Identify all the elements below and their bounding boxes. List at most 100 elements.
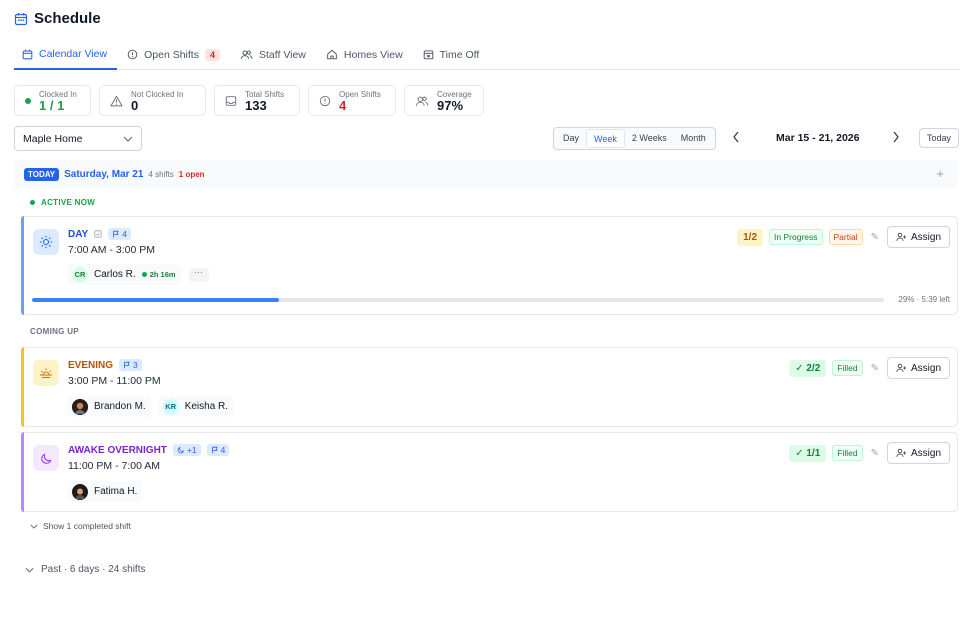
- tab-label: Homes View: [343, 48, 403, 61]
- user-plus-icon: [896, 448, 907, 457]
- page-header: Schedule: [14, 10, 101, 27]
- progress-text: 29% · 5:39 left: [898, 295, 950, 304]
- shift-tools: 1/2 In Progress Partial ✎ Assign: [737, 226, 950, 248]
- view-2weeks-button[interactable]: 2 Weeks: [625, 129, 674, 148]
- edit-icon[interactable]: ✎: [871, 448, 879, 459]
- assign-button[interactable]: Assign: [886, 357, 950, 379]
- avatar: [72, 483, 88, 500]
- user-plus-icon: [896, 363, 907, 372]
- shift-color-bar: [21, 216, 24, 315]
- shift-card-evening[interactable]: EVENING 3 3:00 PM - 11:00 PM Brandon M. …: [21, 347, 958, 427]
- tab-staff-view[interactable]: Staff View: [230, 40, 316, 69]
- chevron-down-icon: [30, 524, 38, 529]
- inbox-icon: [225, 95, 237, 106]
- tab-time-off[interactable]: Time Off: [413, 40, 490, 69]
- progress-fill: [32, 298, 280, 302]
- staff-name: Brandon M.: [94, 401, 146, 412]
- tab-open-shifts[interactable]: Open Shifts 4: [117, 40, 230, 69]
- flag-count: 4: [122, 229, 127, 239]
- avatar: KR: [162, 398, 179, 415]
- staff-chip[interactable]: CR Carlos R. 2h 16m: [68, 264, 181, 285]
- assign-button[interactable]: Assign: [886, 442, 950, 464]
- calendar-icon: [22, 49, 33, 59]
- staff-chip[interactable]: Fatima H.: [68, 481, 143, 502]
- stat-open-shifts: Open Shifts 4: [308, 85, 396, 116]
- chevron-down-icon: [123, 136, 133, 142]
- shift-name: DAY 4: [68, 228, 131, 240]
- past-days-toggle[interactable]: Past · 6 days · 24 shifts: [25, 564, 146, 575]
- staff-chip[interactable]: KR Keisha R.: [158, 396, 234, 417]
- show-completed-toggle[interactable]: Show 1 completed shift: [30, 521, 131, 531]
- staff-name: Carlos R.: [94, 269, 136, 280]
- sun-icon: [33, 229, 59, 255]
- view-week-button[interactable]: Week: [586, 129, 625, 148]
- edit-icon[interactable]: ✎: [871, 232, 879, 243]
- stat-total-shifts: Total Shifts 133: [214, 85, 300, 116]
- shift-tools: ✓ 1/1 Filled ✎ Assign: [789, 442, 950, 464]
- fill-badge: Partial: [828, 229, 863, 245]
- home-icon: [327, 49, 337, 60]
- stats-row: Clocked In 1 / 1 Not Clocked In 0 Total …: [14, 85, 484, 116]
- view-day-button[interactable]: Day: [556, 129, 586, 148]
- home-select[interactable]: Maple Home: [14, 126, 142, 151]
- stat-value: 1 / 1: [39, 97, 65, 113]
- date-range: Mar 15 - 21, 2026: [776, 132, 860, 144]
- past-label: Past · 6 days · 24 shifts: [41, 564, 146, 575]
- section-title: ACTIVE NOW: [41, 198, 96, 207]
- shift-title: AWAKE OVERNIGHT: [68, 444, 167, 456]
- assign-button[interactable]: Assign: [886, 226, 950, 248]
- tab-label: Staff View: [259, 48, 306, 61]
- shift-card-awake-overnight[interactable]: AWAKE OVERNIGHT +1 4 11:00 PM - 7:00 AM …: [21, 432, 958, 512]
- overnight-tag-value: +1: [186, 445, 197, 455]
- flag-icon: [211, 446, 218, 454]
- chevron-right-icon[interactable]: [891, 130, 901, 144]
- fill-count-value: 1/1: [806, 447, 821, 459]
- tab-homes-view[interactable]: Homes View: [316, 40, 413, 69]
- flag-icon: [113, 230, 119, 238]
- view-tabs: Calendar View Open Shifts 4 Staff View H…: [14, 40, 960, 70]
- fill-count: 1/2: [737, 228, 764, 246]
- warning-icon: [110, 95, 123, 106]
- stat-clocked-in: Clocked In 1 / 1: [14, 85, 91, 116]
- assign-label: Assign: [910, 231, 941, 243]
- page-title: Schedule: [34, 10, 101, 27]
- users-icon: [415, 96, 429, 106]
- day-header: TODAY Saturday, Mar 21 4 shifts 1 open +: [14, 160, 958, 188]
- chevron-left-icon[interactable]: [731, 130, 741, 144]
- assign-label: Assign: [910, 447, 941, 459]
- calendar-x-icon: [423, 50, 433, 60]
- view-range-toggle: Day Week 2 Weeks Month: [553, 127, 716, 150]
- edit-icon[interactable]: ✎: [871, 363, 879, 374]
- today-button[interactable]: Today: [919, 128, 959, 148]
- checkbox-icon: [94, 230, 102, 238]
- alert-circle-icon: [319, 95, 331, 106]
- flag-badge: 4: [108, 228, 131, 240]
- stat-label: Not Clocked In: [131, 89, 184, 99]
- flag-badge: 4: [206, 444, 230, 456]
- view-month-button[interactable]: Month: [674, 129, 713, 148]
- stat-value: 97%: [437, 97, 464, 113]
- shift-tools: ✓ 2/2 Filled ✎ Assign: [789, 357, 950, 379]
- shift-card-day[interactable]: DAY 4 7:00 AM - 3:00 PM CR Carlos R. 2h …: [21, 216, 958, 315]
- shift-progress-bar: [32, 298, 884, 302]
- moon-icon: [177, 446, 185, 454]
- avatar: CR: [72, 266, 88, 283]
- clock-duration: 2h 16m: [149, 270, 176, 279]
- add-shift-icon[interactable]: +: [936, 166, 944, 181]
- day-shift-count: 4 shifts: [148, 169, 174, 179]
- flag-icon: [124, 361, 130, 369]
- assign-label: Assign: [910, 362, 941, 374]
- flag-badge: 3: [119, 359, 142, 371]
- status-dot: [141, 272, 147, 277]
- avatar: [72, 398, 88, 415]
- status-badge: In Progress: [769, 229, 823, 245]
- staff-chip[interactable]: Brandon M.: [68, 396, 151, 417]
- shift-title: EVENING: [68, 359, 114, 371]
- fill-count: ✓ 2/2: [789, 359, 827, 377]
- user-plus-icon: [896, 232, 907, 241]
- status-dot: [30, 200, 35, 205]
- fill-badge: Filled: [832, 445, 863, 461]
- tab-calendar-view[interactable]: Calendar View: [14, 40, 118, 70]
- more-options-button[interactable]: ···: [188, 268, 209, 282]
- shift-time: 3:00 PM - 11:00 PM: [68, 375, 161, 387]
